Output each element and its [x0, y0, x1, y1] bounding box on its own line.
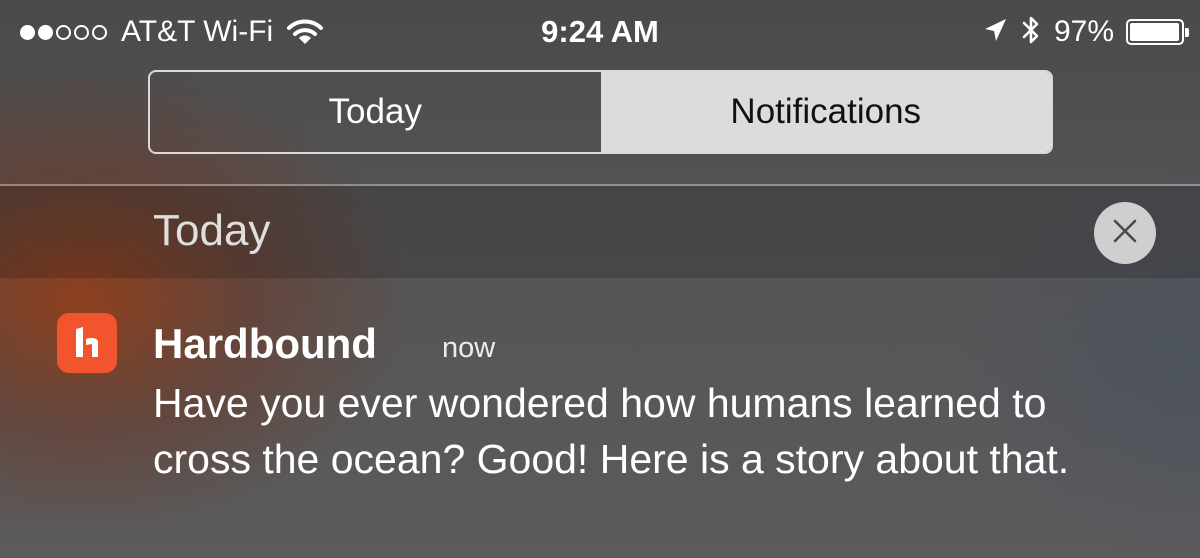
clear-notifications-button[interactable]	[1094, 202, 1156, 264]
battery-tip	[1185, 28, 1189, 37]
section-header: Today	[0, 186, 1200, 278]
notification-app-name: Hardbound	[153, 320, 377, 367]
status-bar: AT&T Wi-Fi 9:24 AM 97%	[0, 0, 1200, 62]
tab-today[interactable]: Today	[150, 72, 601, 152]
battery-percent: 97%	[1053, 15, 1114, 48]
location-arrow-icon	[982, 16, 1008, 49]
tab-notifications[interactable]: Notifications	[600, 72, 1051, 152]
segmented-control: Today Notifications	[148, 70, 1053, 154]
hardbound-app-icon	[57, 313, 117, 373]
notification-time: now	[442, 332, 496, 364]
notification-body: Have you ever wondered how humans learne…	[153, 380, 1070, 482]
bluetooth-icon	[1020, 14, 1042, 51]
status-right: 97%	[982, 12, 1189, 52]
section-title: Today	[153, 206, 271, 255]
notification-item[interactable]: Hardbound now Have you ever wondered how…	[0, 300, 1200, 540]
battery-icon	[1126, 19, 1189, 45]
close-icon	[1112, 218, 1138, 249]
battery-fill	[1130, 23, 1179, 41]
